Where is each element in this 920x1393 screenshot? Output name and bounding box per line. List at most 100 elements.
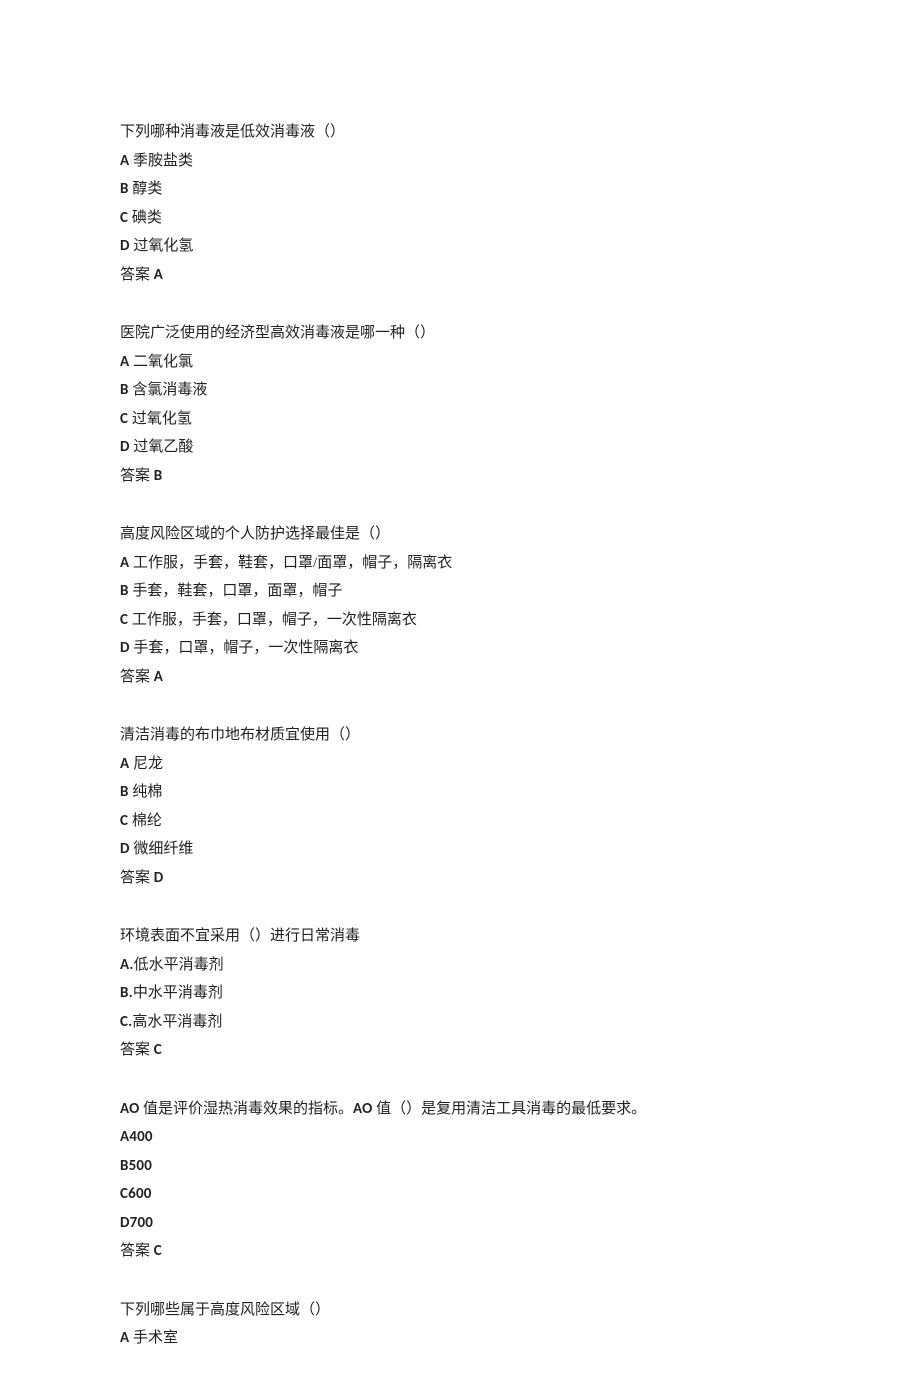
option-text: 碘类 xyxy=(132,210,162,226)
question-block: 下列哪种消毒液是低效消毒液（） A 季胺盐类 B 醇类 C 碘类 D 过氧化氢 … xyxy=(120,118,800,289)
option-text: 工作服，手套，口罩，帽子，一次性隔离衣 xyxy=(132,612,417,628)
answer-label: 答案 xyxy=(120,1042,154,1058)
question-option: C600 xyxy=(120,1180,800,1209)
stem-latin: AO xyxy=(353,1100,376,1118)
option-letter: D700 xyxy=(120,1214,153,1232)
question-option: B 手套，鞋套，口罩，面罩，帽子 xyxy=(120,577,800,606)
question-block: 高度风险区域的个人防护选择最佳是（） A 工作服，手套，鞋套，口罩/面罩，帽子，… xyxy=(120,520,800,691)
option-letter: B xyxy=(120,381,129,399)
question-option: A400 xyxy=(120,1123,800,1152)
option-text: 高水平消毒剂 xyxy=(132,1014,222,1030)
question-option: C 工作服，手套，口罩，帽子，一次性隔离衣 xyxy=(120,606,800,635)
question-stem: 下列哪些属于高度风险区域（） xyxy=(120,1296,800,1325)
option-letter: C xyxy=(120,209,128,227)
question-option: C.高水平消毒剂 xyxy=(120,1008,800,1037)
option-letter: C xyxy=(120,410,128,428)
option-letter: D xyxy=(120,840,130,858)
option-letter: C xyxy=(120,611,128,629)
option-text: 中水平消毒剂 xyxy=(133,985,223,1001)
option-letter: D xyxy=(120,438,130,456)
question-block: 下列哪些属于高度风险区域（） A 手术室 xyxy=(120,1296,800,1353)
question-block: AO 值是评价湿热消毒效果的指标。AO 值（）是复用清洁工具消毒的最低要求。 A… xyxy=(120,1095,800,1266)
answer-line: 答案 A xyxy=(120,261,800,290)
question-option: D 过氧乙酸 xyxy=(120,433,800,462)
stem-latin: AO xyxy=(120,1100,143,1118)
question-option: B500 xyxy=(120,1152,800,1181)
answer-line: 答案 C xyxy=(120,1237,800,1266)
option-letter: C600 xyxy=(120,1185,152,1203)
question-stem: 高度风险区域的个人防护选择最佳是（） xyxy=(120,520,800,549)
option-letter: D xyxy=(120,237,130,255)
option-text: 纯棉 xyxy=(132,784,162,800)
question-block: 环境表面不宜采用（）进行日常消毒 A.低水平消毒剂 B.中水平消毒剂 C.高水平… xyxy=(120,922,800,1065)
answer-label: 答案 xyxy=(120,468,154,484)
option-letter: B xyxy=(120,783,129,801)
question-option: A 尼龙 xyxy=(120,750,800,779)
option-text: 微细纤维 xyxy=(133,841,193,857)
option-letter: B xyxy=(120,582,129,600)
question-option: D 过氧化氢 xyxy=(120,232,800,261)
option-text: 手套，鞋套，口罩，面罩，帽子 xyxy=(132,583,342,599)
option-text: 含氯消毒液 xyxy=(132,382,207,398)
option-letter: A. xyxy=(120,956,134,974)
question-stem: 医院广泛使用的经济型高效消毒液是哪一种（） xyxy=(120,319,800,348)
answer-label: 答案 xyxy=(120,669,154,685)
question-option: A.低水平消毒剂 xyxy=(120,951,800,980)
question-option: C 碘类 xyxy=(120,204,800,233)
answer-label: 答案 xyxy=(120,1243,154,1259)
option-text: 尼龙 xyxy=(133,756,163,772)
option-text: 过氧化氢 xyxy=(133,238,193,254)
option-letter: A xyxy=(120,554,129,572)
question-option: A 季胺盐类 xyxy=(120,147,800,176)
option-letter: D xyxy=(120,639,130,657)
document-page: 下列哪种消毒液是低效消毒液（） A 季胺盐类 B 醇类 C 碘类 D 过氧化氢 … xyxy=(0,0,920,1393)
option-letter: B xyxy=(120,180,129,198)
option-letter: B500 xyxy=(120,1157,152,1175)
stem-cjk: 值（）是复用清洁工具消毒的最低要求。 xyxy=(376,1101,646,1117)
answer-line: 答案 D xyxy=(120,864,800,893)
question-option: B 含氯消毒液 xyxy=(120,376,800,405)
option-text: 过氧乙酸 xyxy=(133,439,193,455)
answer-label: 答案 xyxy=(120,267,154,283)
answer-line: 答案 B xyxy=(120,462,800,491)
question-stem: 环境表面不宜采用（）进行日常消毒 xyxy=(120,922,800,951)
option-text: 棉纶 xyxy=(132,813,162,829)
option-text: 过氧化氢 xyxy=(132,411,192,427)
answer-line: 答案 C xyxy=(120,1036,800,1065)
option-text: 手术室 xyxy=(133,1330,178,1346)
question-option: B 醇类 xyxy=(120,175,800,204)
question-stem: 清洁消毒的布巾地布材质宜使用（） xyxy=(120,721,800,750)
question-option: D700 xyxy=(120,1209,800,1238)
option-letter: B. xyxy=(120,984,133,1002)
stem-cjk: 值是评价湿热消毒效果的指标。 xyxy=(143,1101,353,1117)
question-block: 医院广泛使用的经济型高效消毒液是哪一种（） A 二氧化氯 B 含氯消毒液 C 过… xyxy=(120,319,800,490)
option-letter: A xyxy=(120,755,129,773)
answer-letter: D xyxy=(154,869,164,887)
answer-line: 答案 A xyxy=(120,663,800,692)
question-option: D 微细纤维 xyxy=(120,835,800,864)
option-letter: A xyxy=(120,353,129,371)
option-text: 季胺盐类 xyxy=(133,153,193,169)
answer-letter: A xyxy=(154,266,163,284)
question-option: C 棉纶 xyxy=(120,807,800,836)
question-stem: 下列哪种消毒液是低效消毒液（） xyxy=(120,118,800,147)
option-text: 低水平消毒剂 xyxy=(134,957,224,973)
question-option: B 纯棉 xyxy=(120,778,800,807)
answer-letter: C xyxy=(154,1041,162,1059)
question-block: 清洁消毒的布巾地布材质宜使用（） A 尼龙 B 纯棉 C 棉纶 D 微细纤维 答… xyxy=(120,721,800,892)
question-option: A 手术室 xyxy=(120,1324,800,1353)
option-letter: A400 xyxy=(120,1128,153,1146)
option-text: 二氧化氯 xyxy=(133,354,193,370)
option-text: 手套，口罩，帽子，一次性隔离衣 xyxy=(133,640,358,656)
answer-label: 答案 xyxy=(120,870,154,886)
option-text: 醇类 xyxy=(132,181,162,197)
question-option: D 手套，口罩，帽子，一次性隔离衣 xyxy=(120,634,800,663)
answer-letter: A xyxy=(154,668,163,686)
option-letter: A xyxy=(120,152,129,170)
option-text: 工作服，手套，鞋套，口罩/面罩，帽子，隔离衣 xyxy=(133,555,452,571)
option-letter: C. xyxy=(120,1013,132,1031)
question-option: A 二氧化氯 xyxy=(120,348,800,377)
option-letter: A xyxy=(120,1329,129,1347)
question-stem: AO 值是评价湿热消毒效果的指标。AO 值（）是复用清洁工具消毒的最低要求。 xyxy=(120,1095,800,1124)
question-option: C 过氧化氢 xyxy=(120,405,800,434)
